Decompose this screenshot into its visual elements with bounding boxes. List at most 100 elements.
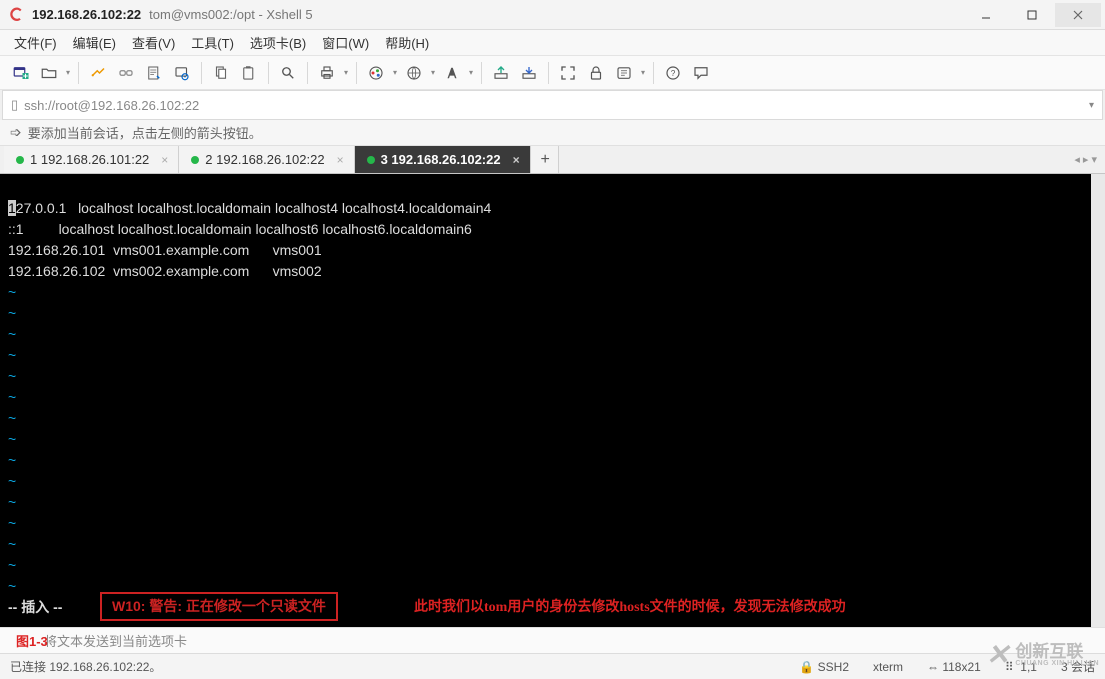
figure-label: 图1-3 — [16, 631, 48, 650]
menu-bar: 文件(F) 编辑(E) 查看(V) 工具(T) 选项卡(B) 窗口(W) 帮助(… — [0, 30, 1105, 56]
paste-icon[interactable] — [236, 60, 262, 86]
tab-close-icon[interactable]: × — [161, 153, 168, 167]
host-icon: ▯ — [11, 97, 18, 113]
find-icon[interactable] — [275, 60, 301, 86]
annotation-text: 此时我们以tom用户的身份去修改hosts文件的时候，发现无法修改成功 — [414, 598, 846, 617]
send-bar[interactable]: 图1-3 将文本发送到当前选项卡 — [0, 627, 1105, 653]
lock-icon[interactable] — [583, 60, 609, 86]
menu-file[interactable]: 文件(F) — [14, 33, 57, 52]
separator — [653, 62, 654, 84]
profile-icon[interactable] — [169, 60, 195, 86]
menu-view[interactable]: 查看(V) — [132, 33, 175, 52]
watermark: ✕ 创新互联 CHUANG XIN HU LIAN — [986, 638, 1099, 671]
print-icon[interactable] — [314, 60, 340, 86]
dropdown-icon[interactable]: ▾ — [391, 60, 399, 86]
menu-tab[interactable]: 选项卡(B) — [250, 33, 306, 52]
tab-add-button[interactable]: + — [531, 146, 559, 173]
svg-text:?: ? — [671, 69, 676, 78]
chat-icon[interactable] — [688, 60, 714, 86]
tab-close-icon[interactable]: × — [513, 153, 520, 167]
status-size: ⇔ 118x21 — [927, 660, 981, 674]
address-url: ssh://root@192.168.26.102:22 — [24, 98, 1083, 113]
tilde: ~ — [8, 557, 16, 573]
font-icon[interactable] — [439, 60, 465, 86]
tab-nav[interactable]: ◂ ▸ ▾ — [1066, 146, 1105, 173]
tilde: ~ — [8, 452, 16, 468]
encoding-icon[interactable] — [401, 60, 427, 86]
address-dropdown-icon[interactable]: ▾ — [1089, 100, 1094, 111]
tab-label: 2 192.168.26.102:22 — [205, 152, 324, 167]
reconnect-icon[interactable] — [85, 60, 111, 86]
title-rest: tom@vms002:/opt - Xshell 5 — [149, 7, 312, 22]
tab-3-active[interactable]: 3 192.168.26.102:22 × — [355, 146, 531, 173]
status-bar: 已连接 192.168.26.102:22。 🔒 SSH2 xterm ⇔ 11… — [0, 653, 1105, 679]
dropdown-icon[interactable]: ▾ — [467, 60, 475, 86]
status-proto: 🔒 SSH2 — [799, 660, 849, 674]
hint-text: 要添加当前会话，点击左侧的箭头按钮。 — [28, 123, 262, 142]
term-line-4: 192.168.26.102 vms002.example.com vms002 — [8, 263, 322, 279]
new-session-icon[interactable] — [8, 60, 34, 86]
tilde: ~ — [8, 410, 16, 426]
toolbar: ▾ ▾ ▾ ▾ ▾ ▾ ? — [0, 56, 1105, 90]
tilde: ~ — [8, 431, 16, 447]
menu-edit[interactable]: 编辑(E) — [73, 33, 116, 52]
tilde: ~ — [8, 389, 16, 405]
tilde: ~ — [8, 515, 16, 531]
menu-tools[interactable]: 工具(T) — [191, 33, 234, 52]
vim-warning: W10: 警告: 正在修改一个只读文件 — [100, 592, 338, 621]
tab-close-icon[interactable]: × — [337, 153, 344, 167]
dropdown-icon[interactable]: ▾ — [639, 60, 647, 86]
open-icon[interactable] — [36, 60, 62, 86]
watermark-cn: 创新互联 — [1015, 643, 1099, 660]
close-button[interactable] — [1055, 3, 1101, 27]
separator — [548, 62, 549, 84]
term-line-1: 27.0.0.1 localhost localhost.localdomain… — [16, 200, 492, 216]
address-bar[interactable]: ▯ ssh://root@192.168.26.102:22 ▾ — [2, 90, 1103, 120]
minimize-button[interactable] — [963, 3, 1009, 27]
disconnect-icon[interactable] — [113, 60, 139, 86]
help-icon[interactable]: ? — [660, 60, 686, 86]
separator — [356, 62, 357, 84]
tilde: ~ — [8, 578, 16, 594]
maximize-button[interactable] — [1009, 3, 1055, 27]
menu-window[interactable]: 窗口(W) — [322, 33, 369, 52]
term-line-2: ::1 localhost localhost.localdomain loca… — [8, 221, 472, 237]
session-tabs: 1 192.168.26.101:22 × 2 192.168.26.102:22… — [0, 146, 1105, 174]
separator — [268, 62, 269, 84]
status-dot-icon — [367, 156, 375, 164]
tilde: ~ — [8, 284, 16, 300]
status-dot-icon — [191, 156, 199, 164]
watermark-icon: ✕ — [986, 638, 1009, 671]
tab-label: 1 192.168.26.101:22 — [30, 152, 149, 167]
tilde: ~ — [8, 536, 16, 552]
separator — [481, 62, 482, 84]
app-icon — [8, 6, 26, 24]
terminal[interactable]: 127.0.0.1 localhost localhost.localdomai… — [0, 174, 1105, 627]
status-dot-icon — [16, 156, 24, 164]
transfer-up-icon[interactable] — [488, 60, 514, 86]
tilde: ~ — [8, 368, 16, 384]
script-icon[interactable] — [611, 60, 637, 86]
tab-label: 3 192.168.26.102:22 — [381, 152, 501, 167]
tab-2[interactable]: 2 192.168.26.102:22 × — [179, 146, 354, 173]
vim-mode: -- 插入 -- — [8, 598, 62, 617]
hint-bar: ➩ 要添加当前会话，点击左侧的箭头按钮。 — [0, 120, 1105, 146]
tilde: ~ — [8, 326, 16, 342]
menu-help[interactable]: 帮助(H) — [385, 33, 429, 52]
copy-icon[interactable] — [208, 60, 234, 86]
color-icon[interactable] — [363, 60, 389, 86]
title-ip: 192.168.26.102:22 — [32, 7, 141, 22]
dropdown-icon[interactable]: ▾ — [429, 60, 437, 86]
properties-icon[interactable] — [141, 60, 167, 86]
watermark-en: CHUANG XIN HU LIAN — [1015, 660, 1099, 667]
tilde: ~ — [8, 494, 16, 510]
tab-1[interactable]: 1 192.168.26.101:22 × — [4, 146, 179, 173]
transfer-down-icon[interactable] — [516, 60, 542, 86]
dropdown-icon[interactable]: ▾ — [342, 60, 350, 86]
dropdown-icon[interactable]: ▾ — [64, 60, 72, 86]
separator — [78, 62, 79, 84]
separator — [201, 62, 202, 84]
fullscreen-icon[interactable] — [555, 60, 581, 86]
hint-arrow-icon[interactable]: ➩ — [10, 124, 22, 141]
separator — [307, 62, 308, 84]
